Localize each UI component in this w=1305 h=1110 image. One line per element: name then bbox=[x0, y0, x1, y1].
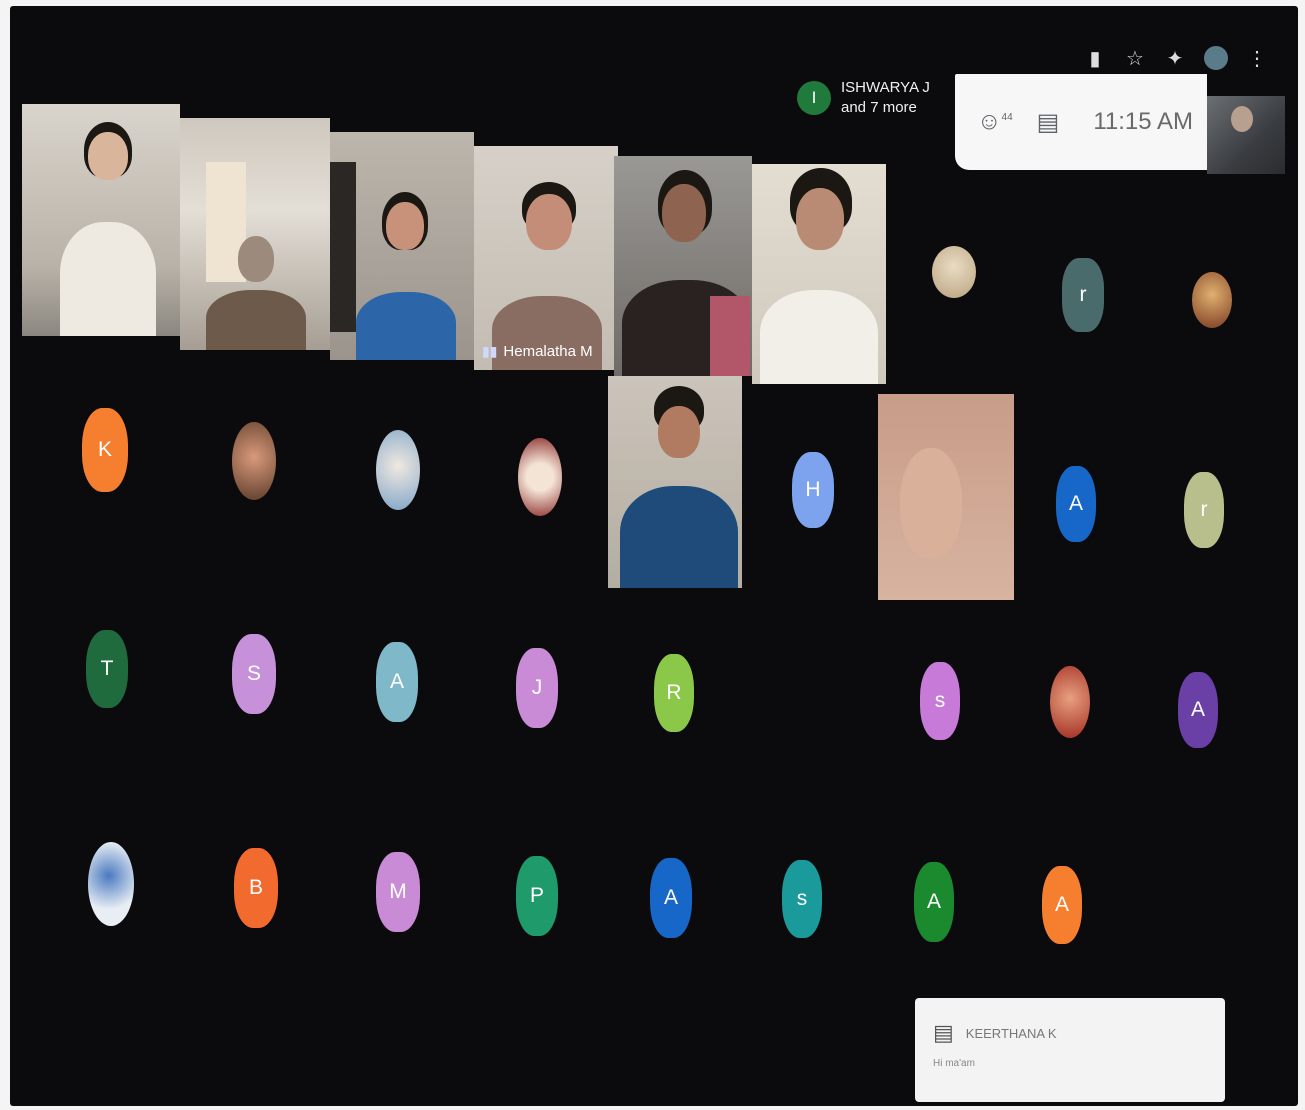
participant-avatar-photo[interactable] bbox=[932, 246, 976, 298]
participant-avatar[interactable]: M bbox=[376, 852, 420, 932]
participant-avatar[interactable]: T bbox=[86, 630, 128, 708]
chat-notification[interactable]: ▤ KEERTHANA K Hi ma'am bbox=[915, 998, 1225, 1102]
participant-video-tile[interactable] bbox=[330, 132, 474, 360]
participant-video-tile[interactable] bbox=[22, 104, 180, 336]
participant-avatar-photo[interactable] bbox=[1192, 272, 1232, 328]
participant-avatar[interactable]: s bbox=[920, 662, 960, 740]
participant-video-tile[interactable] bbox=[614, 156, 752, 376]
speaking-participant-label: ▮▮ Hemalatha M bbox=[482, 343, 593, 360]
presenter-name: ISHWARYA J bbox=[841, 79, 930, 96]
participant-avatar[interactable]: H bbox=[792, 452, 834, 528]
participant-avatar-photo[interactable] bbox=[88, 842, 134, 926]
participant-video-tile[interactable] bbox=[180, 118, 330, 350]
participant-avatar[interactable]: B bbox=[234, 848, 278, 928]
participant-avatar[interactable]: P bbox=[516, 856, 558, 936]
participant-avatar[interactable]: A bbox=[1056, 466, 1096, 542]
chat-message-icon: ▤ bbox=[933, 1020, 954, 1045]
participant-avatar-photo[interactable] bbox=[232, 422, 276, 500]
participant-avatar[interactable]: s bbox=[782, 860, 822, 938]
chat-sender: KEERTHANA K bbox=[965, 1025, 1057, 1041]
presenter-chip[interactable]: I ISHWARYA J and 7 more bbox=[797, 78, 930, 118]
participant-avatar-photo[interactable] bbox=[518, 438, 562, 516]
participant-avatar[interactable]: K bbox=[82, 408, 128, 492]
participant-avatar[interactable]: A bbox=[650, 858, 692, 938]
profile-icon[interactable] bbox=[1204, 46, 1228, 70]
people-icon[interactable]: ☺44 bbox=[977, 108, 1013, 136]
participant-video-tile[interactable] bbox=[878, 394, 1014, 600]
chat-message: Hi ma'am bbox=[933, 1058, 975, 1069]
participant-avatar[interactable]: A bbox=[1178, 672, 1218, 748]
presenter-more: and 7 more bbox=[841, 99, 917, 116]
meeting-info-panel: ☺44 ▤ 11:15 AM bbox=[955, 74, 1207, 170]
extensions-icon[interactable]: ✦ bbox=[1164, 47, 1186, 70]
participant-avatar-photo[interactable] bbox=[376, 430, 420, 510]
participant-avatar-photo[interactable] bbox=[1050, 666, 1090, 738]
presenter-avatar: I bbox=[797, 81, 831, 115]
browser-toolbar: ▮ ☆ ✦ ⋮ bbox=[1084, 46, 1268, 70]
self-view-thumbnail[interactable] bbox=[1207, 96, 1285, 174]
participant-video-tile[interactable] bbox=[608, 376, 742, 588]
participant-avatar[interactable]: J bbox=[516, 648, 558, 728]
participant-video-tile[interactable] bbox=[752, 164, 886, 384]
meeting-screen: ▮ ☆ ✦ ⋮ I ISHWARYA J and 7 more ☺44 ▤ 11… bbox=[10, 6, 1298, 1106]
meeting-clock: 11:15 AM bbox=[1093, 108, 1193, 135]
chat-icon[interactable]: ▤ bbox=[1037, 108, 1060, 137]
participant-avatar[interactable]: r bbox=[1062, 258, 1104, 332]
cast-icon[interactable]: ▮ bbox=[1084, 47, 1106, 70]
participant-video-tile[interactable]: ▮▮ Hemalatha M bbox=[474, 146, 618, 370]
participant-avatar[interactable]: R bbox=[654, 654, 694, 732]
participant-name: Hemalatha M bbox=[503, 343, 593, 360]
participant-avatar[interactable]: S bbox=[232, 634, 276, 714]
menu-icon[interactable]: ⋮ bbox=[1246, 47, 1268, 70]
speaking-indicator-icon: ▮▮ bbox=[482, 343, 498, 359]
star-icon[interactable]: ☆ bbox=[1124, 47, 1146, 70]
participant-avatar[interactable]: A bbox=[914, 862, 954, 942]
participant-avatar[interactable]: A bbox=[376, 642, 418, 722]
participant-avatar[interactable]: r bbox=[1184, 472, 1224, 548]
participant-avatar[interactable]: A bbox=[1042, 866, 1082, 944]
